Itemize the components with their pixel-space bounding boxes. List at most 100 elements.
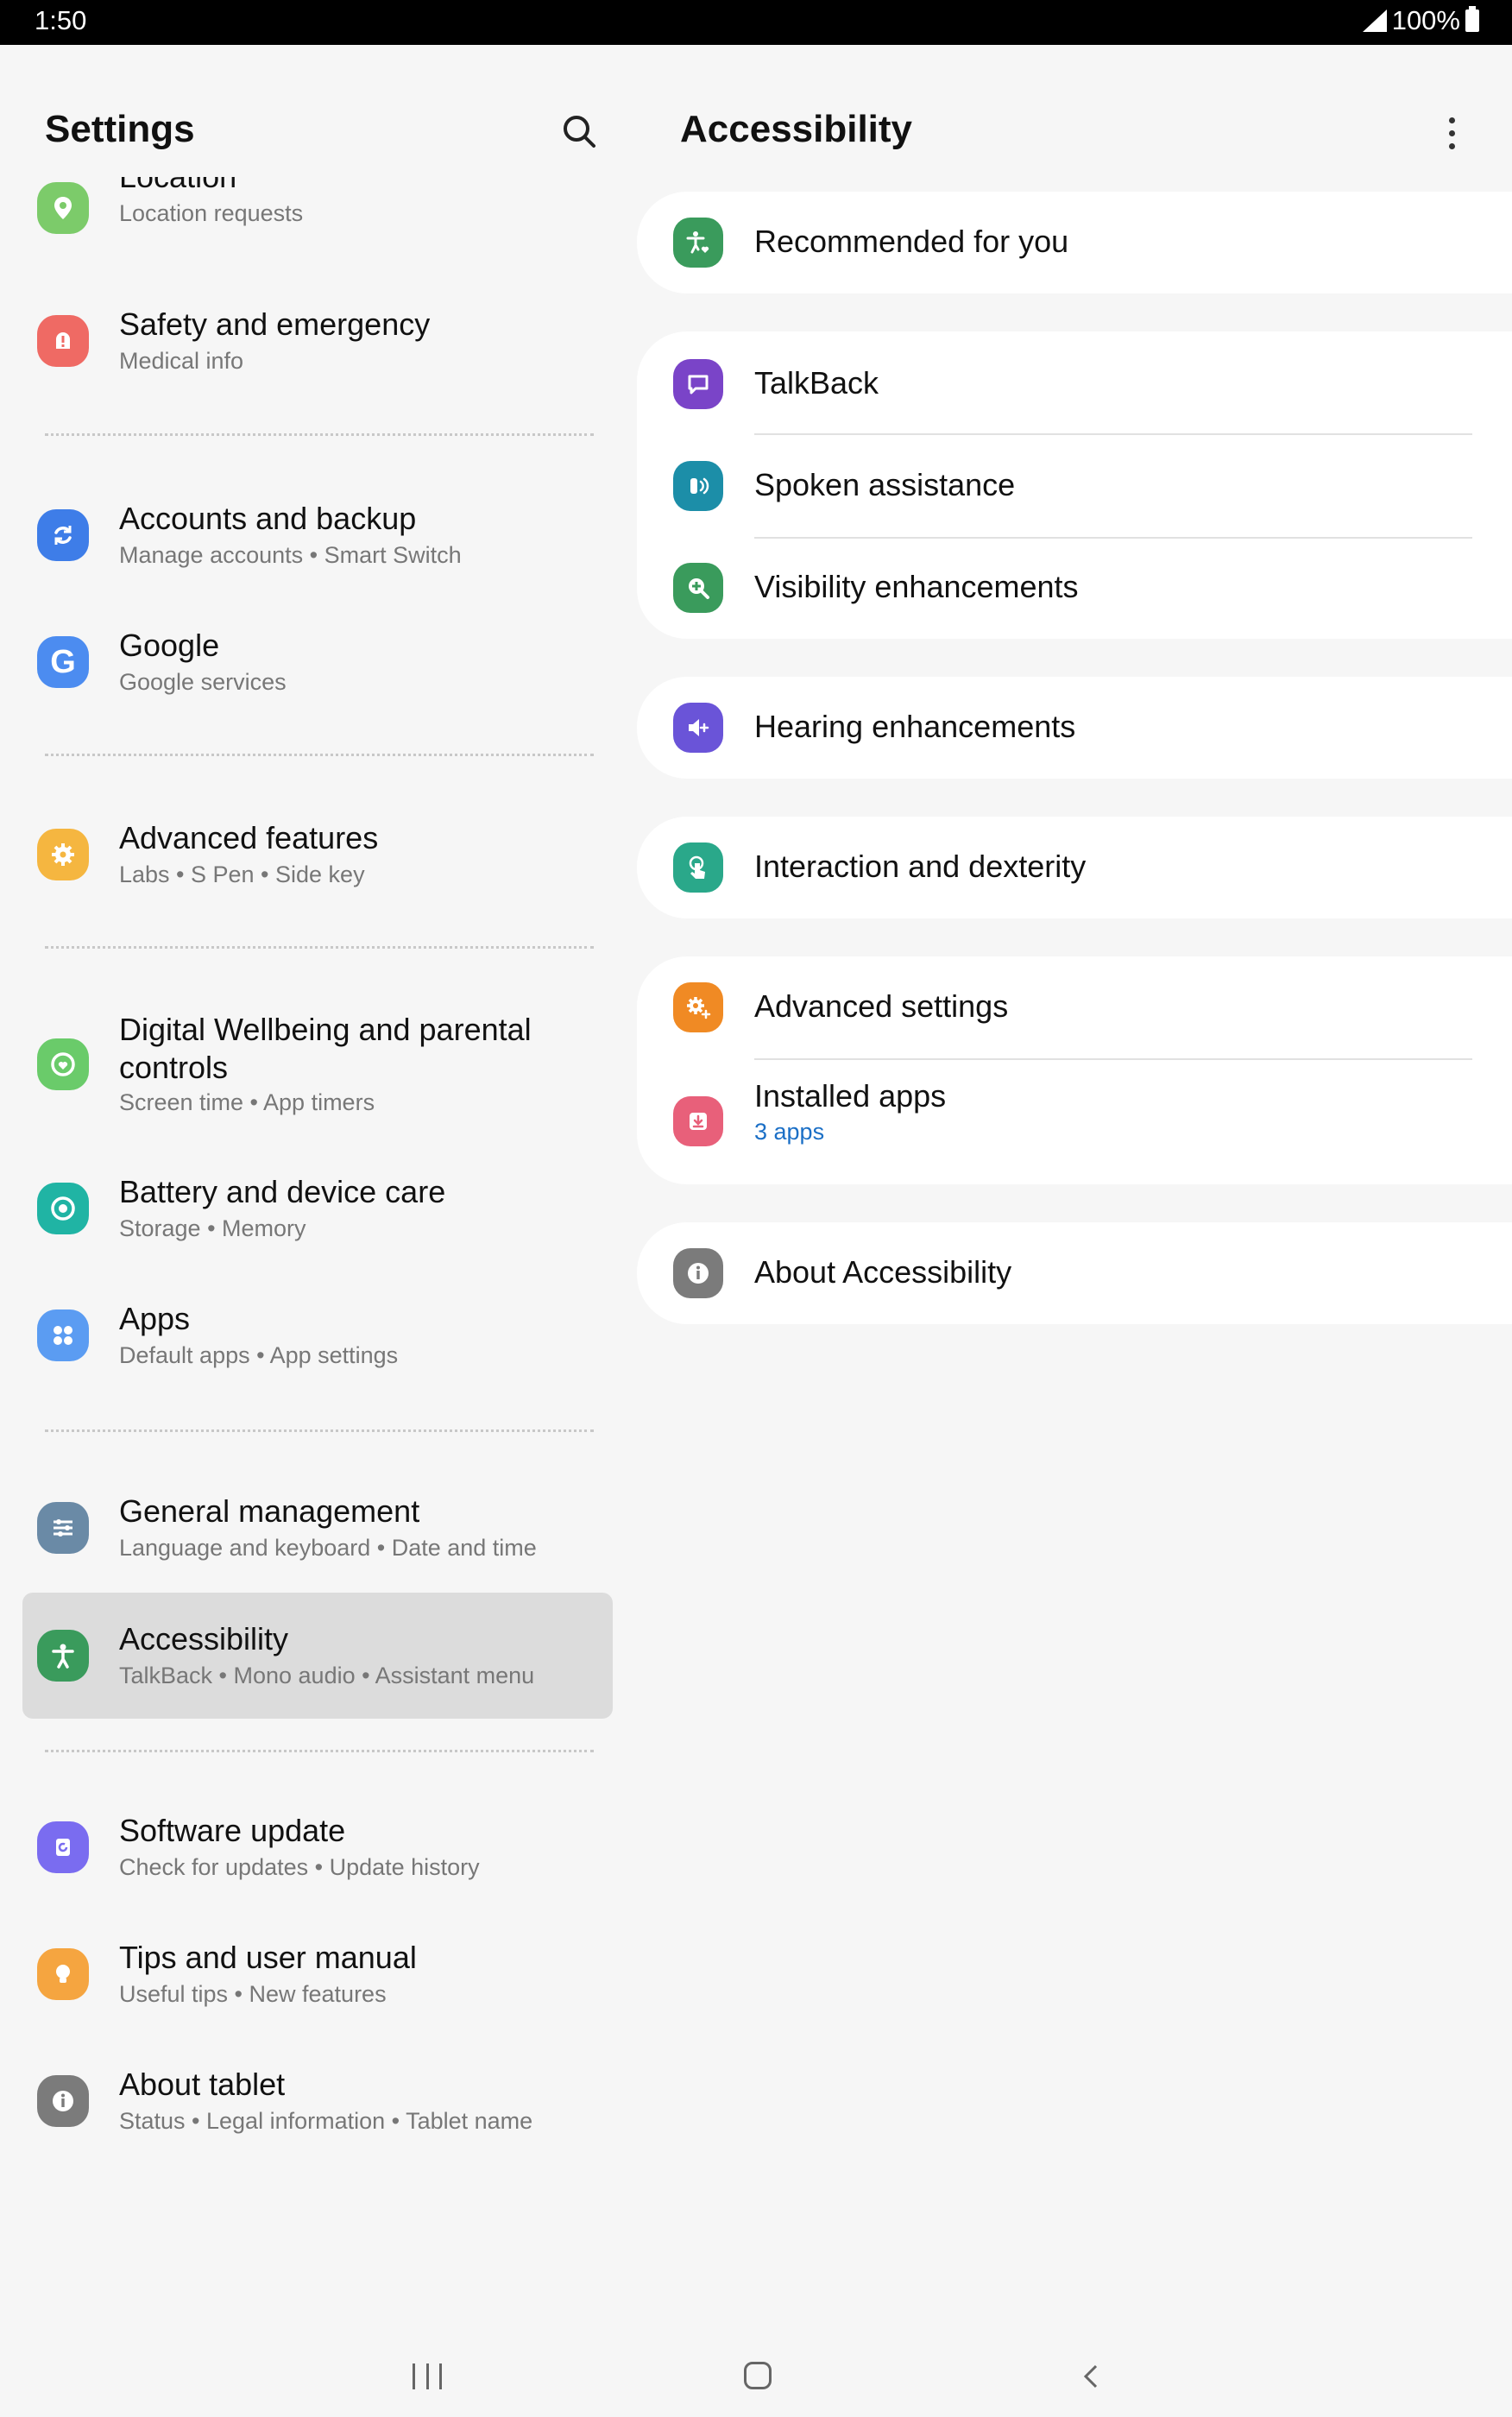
installed-apps-count: 3 apps [754, 1119, 825, 1145]
emergency-alert-icon [37, 315, 89, 367]
accessibility-item-title: Installed apps [754, 1078, 947, 1114]
gear-plus-icon [673, 982, 723, 1032]
recent-apps-button[interactable] [413, 2363, 442, 2389]
accessibility-person-icon [37, 1630, 89, 1682]
settings-item-title: General management [119, 1493, 420, 1529]
accessibility-item-visibility[interactable]: Visibility enhancements [637, 537, 1512, 639]
accessibility-item-about[interactable]: About Accessibility [637, 1222, 1512, 1324]
detail-title: Accessibility [680, 108, 913, 150]
settings-item-accounts[interactable]: Accounts and backup Manage accounts • Sm… [22, 479, 613, 591]
status-bar: 1:50 100% [0, 0, 1512, 45]
settings-item-title: Google [119, 628, 220, 663]
info-icon [673, 1248, 723, 1298]
settings-item-battery[interactable]: Battery and device care Storage • Memory [22, 1152, 613, 1265]
back-button[interactable] [1082, 2363, 1099, 2389]
accessibility-item-recommended[interactable]: Recommended for you [637, 192, 1512, 293]
settings-item-title: Advanced features [119, 820, 379, 855]
settings-item-subtitle: Check for updates • Update history [119, 1854, 480, 1880]
settings-item-title: Location [119, 177, 236, 196]
settings-item-location[interactable]: Location Location requests [22, 177, 613, 272]
settings-item-subtitle: Manage accounts • Smart Switch [119, 542, 462, 568]
battery-percent: 100% [1391, 5, 1460, 35]
sync-icon [37, 509, 89, 561]
settings-item-subtitle: Storage • Memory [119, 1215, 306, 1241]
accessibility-item-installed-apps[interactable]: Installed apps 3 apps [637, 1060, 1512, 1184]
settings-item-title: Digital Wellbeing and parental controls [119, 1012, 532, 1085]
accessibility-item-spoken-assistance[interactable]: Spoken assistance [637, 435, 1512, 537]
card-vision: TalkBack Spoken assistance Visibility en… [637, 331, 1512, 639]
accessibility-item-title: Visibility enhancements [754, 569, 1079, 604]
settings-item-subtitle: Screen time • App timers [119, 1089, 375, 1115]
search-icon [564, 116, 595, 148]
settings-item-apps[interactable]: Apps Default apps • App settings [22, 1279, 613, 1392]
settings-item-title: Apps [119, 1301, 191, 1336]
settings-item-about-tablet[interactable]: About tablet Status • Legal information … [22, 2045, 613, 2157]
settings-item-tips[interactable]: Tips and user manual Useful tips • New f… [22, 1918, 613, 2030]
card-advanced: Advanced settings Installed apps 3 apps [637, 956, 1512, 1184]
settings-item-subtitle: Location requests [119, 200, 304, 226]
settings-item-title: Safety and emergency [119, 306, 431, 342]
recents-icon [413, 2363, 442, 2389]
signal-icon [1362, 9, 1387, 32]
card-hearing: Hearing enhancements [637, 677, 1512, 779]
magnifier-plus-icon [673, 563, 723, 613]
more-vert-icon [1448, 117, 1455, 149]
settings-item-subtitle: Status • Legal information • Tablet name [119, 2108, 533, 2134]
accessibility-item-title: Spoken assistance [754, 467, 1016, 502]
section-divider [45, 946, 594, 949]
settings-item-general-management[interactable]: General management Language and keyboard… [22, 1472, 613, 1584]
speaker-plus-icon [673, 703, 723, 753]
more-options-button[interactable] [1433, 110, 1471, 155]
lightbulb-icon [37, 1948, 89, 2000]
accessibility-item-title: TalkBack [754, 365, 879, 401]
gear-plus-icon [37, 829, 89, 880]
accessibility-item-title: Advanced settings [754, 988, 1009, 1024]
settings-item-title: About tablet [119, 2067, 286, 2102]
accessibility-item-interaction[interactable]: Interaction and dexterity [637, 817, 1512, 918]
accessibility-item-hearing[interactable]: Hearing enhancements [637, 677, 1512, 779]
battery-icon [1465, 6, 1479, 32]
accessibility-item-talkback[interactable]: TalkBack [637, 333, 1512, 435]
settings-item-software-update[interactable]: Software update Check for updates • Upda… [22, 1791, 613, 1903]
status-time: 1:50 [35, 5, 87, 35]
settings-item-title: Accessibility [119, 1621, 289, 1657]
settings-item-subtitle: Medical info [119, 348, 244, 374]
settings-item-title: Accounts and backup [119, 501, 417, 536]
section-divider [45, 1429, 594, 1432]
accessibility-item-title: Recommended for you [754, 224, 1069, 259]
settings-item-google[interactable]: G Google Google services [22, 606, 613, 718]
settings-item-safety[interactable]: Safety and emergency Medical info [22, 285, 613, 397]
settings-item-advanced-features[interactable]: Advanced features Labs • S Pen • Side ke… [22, 798, 613, 911]
sliders-icon [37, 1502, 89, 1554]
settings-item-title: Tips and user manual [119, 1940, 417, 1975]
accessibility-item-title: Interaction and dexterity [754, 849, 1087, 884]
apps-grid-icon [37, 1309, 89, 1361]
search-button[interactable] [556, 108, 604, 156]
device-care-icon [37, 1183, 89, 1234]
settings-item-title: Software update [119, 1813, 346, 1848]
settings-item-subtitle: TalkBack • Mono audio • Assistant menu [119, 1663, 535, 1688]
talkback-icon [673, 359, 723, 409]
section-divider [45, 1750, 594, 1752]
home-button[interactable] [744, 2362, 772, 2389]
page-title: Settings [45, 108, 195, 150]
settings-item-digital-wellbeing[interactable]: Digital Wellbeing and parental controls … [22, 988, 613, 1140]
card-about: About Accessibility [637, 1222, 1512, 1324]
wellbeing-heart-icon [37, 1038, 89, 1090]
settings-list[interactable]: Location Location requests Safety and em… [0, 177, 621, 2231]
settings-item-subtitle: Default apps • App settings [119, 1342, 399, 1368]
status-right: 100% [1362, 5, 1479, 36]
accessibility-item-title: About Accessibility [754, 1254, 1012, 1290]
section-divider [45, 754, 594, 756]
card-recommended: Recommended for you [637, 192, 1512, 293]
touch-hand-icon [673, 842, 723, 893]
settings-item-subtitle: Language and keyboard • Date and time [119, 1535, 537, 1561]
settings-header: Settings [45, 108, 597, 160]
google-g-icon: G [37, 636, 89, 688]
accessibility-item-advanced-settings[interactable]: Advanced settings [637, 956, 1512, 1058]
settings-item-accessibility[interactable]: Accessibility TalkBack • Mono audio • As… [22, 1593, 613, 1719]
download-box-icon [673, 1096, 723, 1146]
info-icon [37, 2075, 89, 2127]
navigation-bar [0, 2331, 1512, 2417]
card-interaction: Interaction and dexterity [637, 817, 1512, 918]
